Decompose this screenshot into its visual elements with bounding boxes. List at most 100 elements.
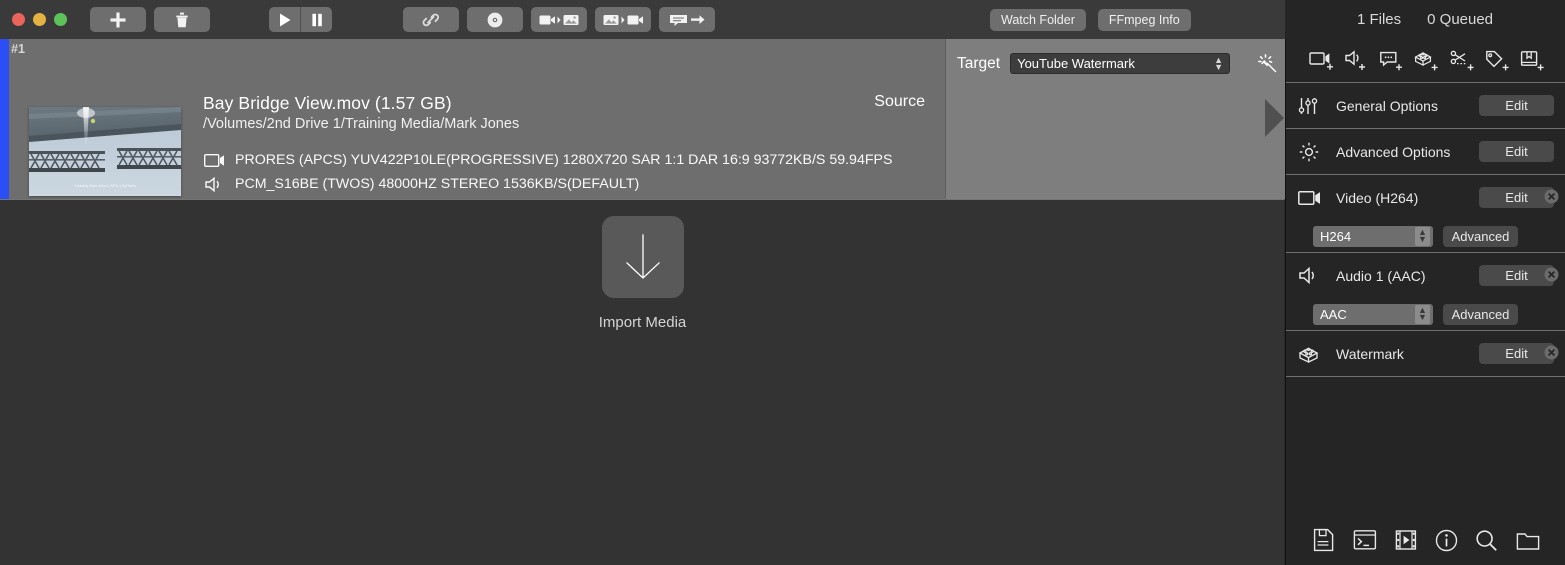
file-metadata: Bay Bridge View.mov (1.57 GB) /Volumes/2… xyxy=(203,93,923,196)
watch-folder-button[interactable]: Watch Folder xyxy=(990,8,1086,31)
speaker-icon xyxy=(203,176,225,192)
trash-icon xyxy=(176,12,188,27)
queue-status-header: 1 Files 0 Queued xyxy=(1285,0,1565,39)
subtitle-export-button[interactable] xyxy=(659,7,715,32)
sidebar-row-label: Audio 1 (AAC) xyxy=(1336,267,1426,284)
queued-count-label: 0 Queued xyxy=(1427,11,1494,28)
sidebar-row-advanced-options[interactable]: Advanced Options Edit xyxy=(1286,128,1565,174)
edit-button[interactable]: Edit xyxy=(1479,187,1554,208)
save-icon[interactable] xyxy=(1311,527,1337,553)
chevron-updown-icon: ▲ ▼ xyxy=(1415,304,1430,324)
file-path-label: /Volumes/2nd Drive 1/Training Media/Mark… xyxy=(203,116,520,132)
join-files-button[interactable] xyxy=(403,7,459,32)
edit-button[interactable]: Edit xyxy=(1479,265,1554,286)
media-drop-area[interactable]: Import Media xyxy=(0,199,1285,565)
preset-selected-value: YouTube Watermark xyxy=(1017,56,1135,71)
source-video-stream-text: PRORES (APCS) YUV422P10LE(PROGRESSIVE) 1… xyxy=(235,152,893,168)
add-watermark-icon[interactable] xyxy=(1414,48,1440,74)
sidebar-row-label: Video (H264) xyxy=(1336,189,1419,206)
add-chapter-icon[interactable] xyxy=(1520,48,1546,74)
source-video-stream: PRORES (APCS) YUV422P10LE(PROGRESSIVE) 1… xyxy=(203,148,923,172)
magic-wand-icon[interactable] xyxy=(1258,54,1278,74)
add-file-button[interactable] xyxy=(90,7,146,32)
plus-icon xyxy=(110,12,126,27)
terminal-icon[interactable] xyxy=(1352,527,1378,553)
add-video-icon[interactable] xyxy=(1308,48,1335,74)
target-label: Target xyxy=(957,54,1001,72)
disc-icon xyxy=(487,12,503,27)
video-camera-icon xyxy=(203,153,225,167)
speaker-icon xyxy=(1298,267,1328,284)
thumbnail[interactable]: Courtesy Mark Jones | MTC | CalTrans xyxy=(29,107,181,196)
audio-advanced-button[interactable]: Advanced xyxy=(1443,303,1518,325)
file-name-label: Bay Bridge View.mov (1.57 GB) xyxy=(203,93,452,113)
sidebar-row-audio[interactable]: Audio 1 (AAC) Edit AAC ▲ ▼ Advanced xyxy=(1286,252,1565,330)
thumbnail-image: Courtesy Mark Jones | MTC | CalTrans xyxy=(29,107,181,196)
video-codec-value: H264 xyxy=(1320,228,1352,244)
pause-icon xyxy=(311,13,322,26)
edit-button[interactable]: Edit xyxy=(1479,141,1554,162)
disc-button[interactable] xyxy=(467,7,523,32)
target-connector-arrow xyxy=(1265,99,1284,137)
watermark-icon xyxy=(1298,345,1328,363)
audio-codec-select[interactable]: AAC ▲ ▼ xyxy=(1313,303,1433,325)
chevron-updown-icon: ▲ ▼ xyxy=(1214,54,1224,72)
sidebar-row-label: General Options xyxy=(1336,97,1438,114)
edit-button[interactable]: Edit xyxy=(1479,343,1554,364)
add-subtitle-icon[interactable] xyxy=(1379,48,1405,74)
sliders-icon xyxy=(1298,95,1328,117)
add-cut-icon[interactable] xyxy=(1450,48,1476,74)
video-codec-select[interactable]: H264 ▲ ▼ xyxy=(1313,225,1433,247)
video-advanced-button[interactable]: Advanced xyxy=(1443,225,1518,247)
selection-accent-bar xyxy=(0,39,9,199)
video-to-image-icon xyxy=(539,14,579,25)
chevron-updown-icon: ▲ ▼ xyxy=(1415,226,1430,246)
image-to-video-icon xyxy=(603,14,643,25)
add-audio-icon[interactable] xyxy=(1344,48,1370,74)
search-icon[interactable] xyxy=(1474,527,1500,553)
info-icon[interactable] xyxy=(1433,527,1459,553)
maximize-window-button[interactable] xyxy=(54,13,67,26)
sidebar-row-label: Watermark xyxy=(1336,345,1404,362)
remove-audio-stream-button[interactable] xyxy=(1544,267,1559,282)
add-stream-toolbar xyxy=(1286,39,1565,82)
filmstrip-icon[interactable] xyxy=(1393,527,1419,553)
pause-button[interactable] xyxy=(301,7,332,32)
minimize-window-button[interactable] xyxy=(33,13,46,26)
add-tag-icon[interactable] xyxy=(1485,48,1511,74)
delete-file-button[interactable] xyxy=(154,7,210,32)
window-controls xyxy=(12,13,67,26)
sidebar-row-general-options[interactable]: General Options Edit xyxy=(1286,82,1565,128)
folder-icon[interactable] xyxy=(1515,527,1541,553)
target-header: Target YouTube Watermark ▲ ▼ xyxy=(957,53,1231,74)
thumbnail-caption: Courtesy Mark Jones | MTC | CalTrans xyxy=(74,184,136,188)
close-window-button[interactable] xyxy=(12,13,25,26)
file-index-label: #1 xyxy=(11,42,25,56)
source-stream-list: PRORES (APCS) YUV422P10LE(PROGRESSIVE) 1… xyxy=(203,148,923,196)
edit-button[interactable]: Edit xyxy=(1479,95,1554,116)
play-button[interactable] xyxy=(269,7,300,32)
image-to-video-button[interactable] xyxy=(595,7,651,32)
gear-icon xyxy=(1298,141,1328,163)
remove-watermark-button[interactable] xyxy=(1544,345,1559,360)
playback-segmented-control xyxy=(269,7,332,32)
sidebar-row-video[interactable]: Video (H264) Edit H264 ▲ ▼ Advanced xyxy=(1286,174,1565,252)
subtitle-export-icon xyxy=(670,14,705,26)
import-media-label: Import Media xyxy=(598,314,687,331)
sidebar-bottom-toolbar xyxy=(1286,515,1565,565)
video-to-image-button[interactable] xyxy=(531,7,587,32)
download-arrow-icon xyxy=(625,234,660,279)
remove-video-stream-button[interactable] xyxy=(1544,189,1559,204)
import-media-button[interactable] xyxy=(601,216,684,298)
top-toolbar: Watch Folder FFmpeg Info xyxy=(0,0,1285,39)
import-media-zone[interactable]: Import Media xyxy=(0,216,1285,331)
preset-select[interactable]: YouTube Watermark ▲ ▼ xyxy=(1010,53,1231,74)
sidebar-row-label: Advanced Options xyxy=(1336,143,1451,160)
source-audio-stream-text: PCM_S16BE (TWOS) 48000HZ STEREO 1536KB/S… xyxy=(235,176,640,192)
sidebar-divider xyxy=(1286,376,1565,377)
sidebar-row-watermark[interactable]: Watermark Edit xyxy=(1286,330,1565,376)
play-icon xyxy=(279,13,290,26)
app-window: Watch Folder FFmpeg Info 1 Files 0 Queue… xyxy=(0,0,1565,565)
video-camera-icon xyxy=(1298,190,1328,205)
ffmpeg-info-button[interactable]: FFmpeg Info xyxy=(1097,8,1191,31)
